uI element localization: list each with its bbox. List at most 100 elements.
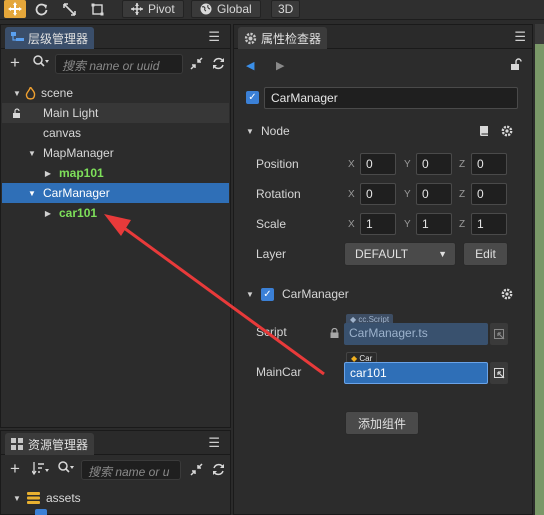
tab-assets-label: 资源管理器 bbox=[28, 437, 89, 452]
tab-hierarchy[interactable]: 层级管理器 bbox=[5, 27, 95, 49]
node-name-input[interactable]: CarManager bbox=[264, 87, 518, 109]
assets-search-input[interactable]: 搜索 name or u bbox=[81, 460, 181, 480]
global-label: Global bbox=[217, 2, 252, 16]
tree-item-mapmanager[interactable]: ▼ MapManager bbox=[2, 143, 229, 163]
add-component-button[interactable]: 添加组件 bbox=[345, 411, 419, 435]
hierarchy-icon bbox=[11, 32, 24, 41]
tree-item-label: map101 bbox=[59, 166, 104, 180]
caret-down-icon[interactable]: ▼ bbox=[12, 89, 22, 98]
script-label: Script bbox=[256, 325, 287, 339]
add-icon[interactable]: + bbox=[10, 53, 20, 73]
rotation-y-input[interactable]: 0 bbox=[416, 183, 452, 205]
assets-icon bbox=[11, 438, 23, 450]
rotation-label: Rotation bbox=[256, 187, 301, 201]
pivot-label: Pivot bbox=[148, 2, 175, 16]
scene-view-edge bbox=[535, 24, 544, 515]
caret-down-icon[interactable]: ▼ bbox=[246, 127, 254, 136]
locate-node-icon[interactable] bbox=[490, 362, 508, 384]
caret-down-icon[interactable]: ▼ bbox=[246, 290, 254, 299]
hierarchy-tools: + 搜索 name or uuid bbox=[1, 51, 230, 77]
tree-item-label: canvas bbox=[43, 126, 82, 140]
lock-icon[interactable] bbox=[12, 108, 22, 118]
position-x-input[interactable]: 0 bbox=[360, 153, 396, 175]
tree-item-map101[interactable]: ▶ map101 bbox=[2, 163, 229, 183]
forward-arrow-icon[interactable]: ▶ bbox=[276, 59, 284, 72]
rotation-x-input[interactable]: 0 bbox=[360, 183, 396, 205]
folder-icon bbox=[35, 509, 47, 515]
pivot-icon bbox=[131, 3, 143, 15]
add-component-label: 添加组件 bbox=[357, 416, 406, 431]
add-icon[interactable]: + bbox=[10, 459, 20, 479]
hierarchy-menu-icon[interactable]: ☰ bbox=[208, 29, 220, 45]
rotate-icon[interactable] bbox=[30, 0, 52, 18]
scale-z-input[interactable]: 1 bbox=[471, 213, 507, 235]
scale-x-input[interactable]: 1 bbox=[360, 213, 396, 235]
locate-asset-icon[interactable] bbox=[490, 323, 508, 345]
node-active-checkbox[interactable]: ✓ bbox=[246, 91, 259, 104]
layer-edit-label: Edit bbox=[475, 247, 496, 261]
rotation-z-input[interactable]: 0 bbox=[471, 183, 507, 205]
inspector-header: 属性检查器 ☰ bbox=[234, 25, 532, 49]
tree-item-car101[interactable]: ▶ car101 bbox=[2, 203, 229, 223]
tab-assets[interactable]: 资源管理器 bbox=[5, 433, 95, 455]
hierarchy-panel: 层级管理器 ☰ + 搜索 name or uuid ▼ scene Main L… bbox=[0, 24, 231, 428]
assets-menu-icon[interactable]: ☰ bbox=[208, 435, 220, 451]
scale-icon[interactable] bbox=[58, 0, 80, 18]
caret-right-icon[interactable]: ▶ bbox=[43, 169, 53, 178]
lock-icon bbox=[330, 327, 339, 341]
refresh-icon[interactable] bbox=[212, 463, 225, 479]
book-icon[interactable] bbox=[478, 125, 490, 140]
tree-item-carmanager[interactable]: ▼ CarManager bbox=[2, 183, 229, 203]
maincar-label: MainCar bbox=[256, 365, 302, 379]
scale-y-input[interactable]: 1 bbox=[416, 213, 452, 235]
tab-inspector-label: 属性检查器 bbox=[261, 31, 322, 46]
back-arrow-icon[interactable]: ◀ bbox=[246, 59, 254, 72]
settings-icon bbox=[244, 32, 257, 44]
main-toolbar: Pivot Global 3D bbox=[0, 0, 544, 20]
script-asset-field: CarManager.ts bbox=[344, 323, 488, 345]
refresh-icon[interactable] bbox=[212, 57, 225, 73]
unlock-icon[interactable] bbox=[510, 58, 522, 73]
collapse-all-icon[interactable] bbox=[190, 57, 203, 73]
scene-view-header-edge bbox=[535, 24, 544, 44]
axis-y-label: Y bbox=[404, 159, 411, 170]
position-y-input[interactable]: 0 bbox=[416, 153, 452, 175]
tab-inspector[interactable]: 属性检查器 bbox=[238, 27, 328, 49]
layer-select-value: DEFAULT bbox=[355, 247, 409, 261]
gear-icon[interactable] bbox=[501, 288, 513, 303]
inspector-panel: 属性检查器 ☰ ◀ ▶ ✓ CarManager ▼ Node Position… bbox=[233, 24, 533, 515]
axis-x-label: X bbox=[348, 219, 355, 230]
hierarchy-search-input[interactable]: 搜索 name or uuid bbox=[55, 54, 183, 74]
axis-x-label: X bbox=[348, 189, 355, 200]
global-button[interactable]: Global bbox=[191, 0, 261, 18]
rect-icon[interactable] bbox=[86, 0, 108, 18]
tree-item-main-light[interactable]: Main Light bbox=[2, 103, 229, 123]
maincar-node-field[interactable]: car101 bbox=[344, 362, 488, 384]
collapse-all-icon[interactable] bbox=[190, 463, 203, 479]
pivot-button[interactable]: Pivot bbox=[122, 0, 184, 18]
move-icon[interactable] bbox=[4, 0, 26, 18]
axis-z-label: Z bbox=[459, 219, 466, 230]
tree-item-scene[interactable]: ▼ scene bbox=[2, 83, 229, 103]
caret-right-icon[interactable]: ▶ bbox=[43, 209, 53, 218]
search-filter-icon[interactable] bbox=[33, 55, 49, 71]
assets-panel: 资源管理器 ☰ + 搜索 name or u ▼ assets bbox=[0, 430, 231, 515]
tree-item-canvas[interactable]: canvas bbox=[2, 123, 229, 143]
sort-icon[interactable] bbox=[31, 462, 49, 478]
caret-down-icon[interactable]: ▼ bbox=[27, 149, 37, 158]
axis-y-label: Y bbox=[404, 189, 411, 200]
mode-3d-button[interactable]: 3D bbox=[271, 0, 301, 18]
gear-icon[interactable] bbox=[501, 125, 513, 140]
layer-edit-button[interactable]: Edit bbox=[463, 242, 508, 266]
layer-label: Layer bbox=[256, 247, 287, 261]
position-z-input[interactable]: 0 bbox=[471, 153, 507, 175]
search-filter-icon[interactable] bbox=[58, 461, 74, 477]
tree-item-assets[interactable]: ▼ assets bbox=[2, 488, 229, 508]
axis-x-label: X bbox=[348, 159, 355, 170]
layer-select[interactable]: DEFAULT ▼ bbox=[344, 242, 456, 266]
component-enabled-checkbox[interactable]: ✓ bbox=[261, 288, 274, 301]
caret-down-icon[interactable]: ▼ bbox=[27, 189, 37, 198]
caret-down-icon[interactable]: ▼ bbox=[12, 494, 22, 503]
inspector-menu-icon[interactable]: ☰ bbox=[514, 29, 526, 45]
axis-z-label: Z bbox=[459, 159, 466, 170]
